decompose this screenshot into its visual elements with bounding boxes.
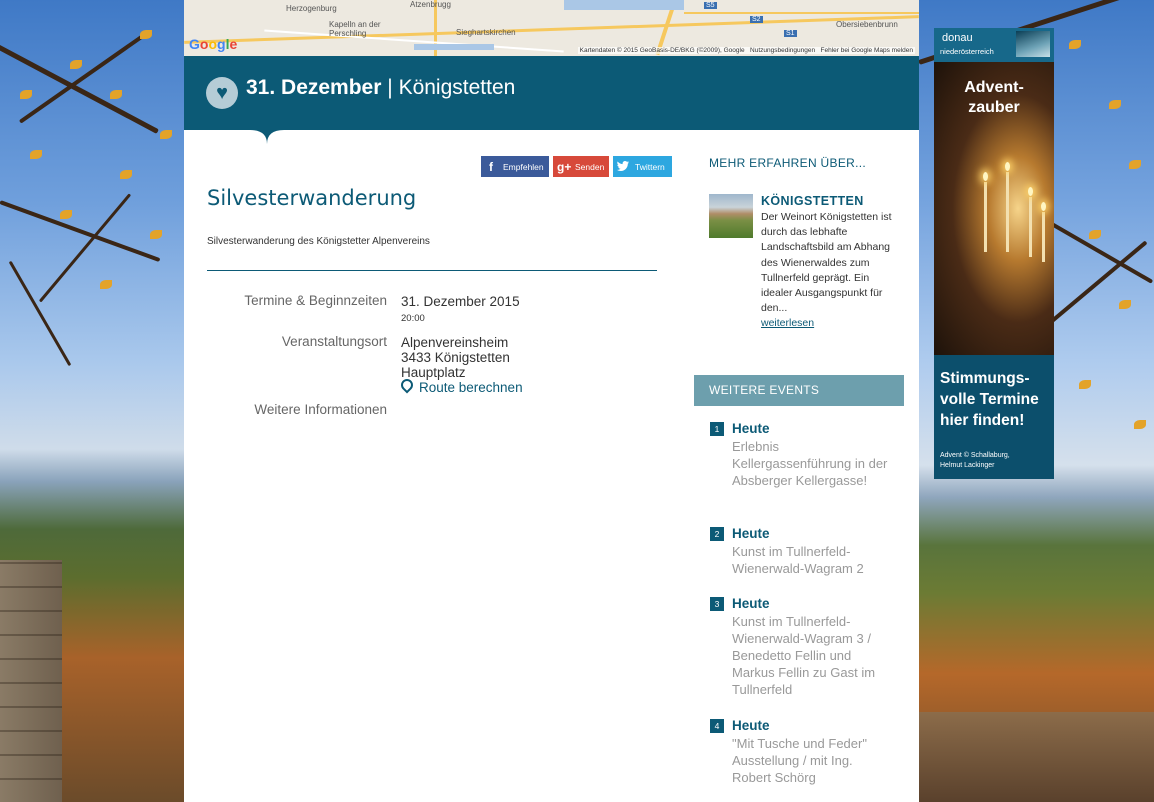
- google-plus-share-button[interactable]: g+ Senden: [553, 156, 609, 177]
- event-dates: 31. Dezember 2015 20:00: [401, 294, 520, 326]
- ad-credit: Advent © Schallaburg, Helmut Lackinger: [940, 452, 1010, 469]
- background-left: [0, 0, 184, 802]
- facebook-share-button[interactable]: f Empfehlen: [481, 156, 549, 177]
- header-separator: |: [387, 76, 393, 99]
- read-more-link[interactable]: weiterlesen: [761, 316, 896, 331]
- further-events-heading: WEITERE EVENTS: [694, 375, 904, 406]
- twitter-icon: [617, 160, 629, 174]
- map-terms-link[interactable]: Nutzungsbedingungen: [750, 47, 815, 54]
- road-shield: S5: [704, 2, 717, 9]
- event-day: Heute: [732, 526, 770, 541]
- map-town-label: Atzenbrugg: [410, 0, 451, 9]
- event-header: ♥ 31. Dezember | Königstetten: [184, 56, 919, 130]
- advent-ad-banner[interactable]: donau niederösterreich Advent- zauber St…: [934, 28, 1054, 479]
- event-title: Silvesterwanderung: [207, 186, 417, 210]
- event-name: Erlebnis Kellergassenführung in der Absb…: [732, 439, 888, 488]
- google-logo: Google: [189, 36, 238, 52]
- info-label: Weitere Informationen: [254, 402, 387, 417]
- page-title: 31. Dezember | Königstetten: [246, 76, 515, 100]
- ad-headline-line: Advent-: [964, 79, 1024, 96]
- ad-headline-line: zauber: [968, 99, 1020, 116]
- header-place: Königstetten: [398, 76, 516, 99]
- place-thumbnail[interactable]: [709, 194, 753, 238]
- event-number-badge: 2: [710, 527, 724, 541]
- map-town-label: Sieghartskirchen: [456, 28, 516, 37]
- venue-street: Hauptplatz: [401, 365, 466, 380]
- dates-label: Termine & Beginnzeiten: [244, 293, 387, 308]
- venue-label: Veranstaltungsort: [281, 334, 387, 349]
- place-description: Der Weinort Königstetten ist durch das l…: [761, 210, 896, 332]
- road-shield: S2: [750, 16, 763, 23]
- heart-icon[interactable]: ♥: [206, 77, 238, 109]
- facebook-icon: f: [489, 159, 493, 174]
- event-venue: Alpenvereinsheim 3433 Königstetten Haupt…: [398, 335, 523, 395]
- event-day: Heute: [732, 718, 770, 733]
- ad-headline: Advent- zauber: [934, 78, 1054, 118]
- wave-icon: [1016, 31, 1050, 57]
- map-town-label: Obersiebenbrunn: [836, 20, 898, 29]
- event-number-badge: 1: [710, 422, 724, 436]
- event-time: 20:00: [401, 313, 425, 324]
- event-number-badge: 3: [710, 597, 724, 611]
- location-map[interactable]: Herzogenburg Atzenbrugg Kapelln an der P…: [184, 0, 919, 56]
- road-shield: S1: [784, 30, 797, 37]
- route-link[interactable]: Route berechnen: [398, 376, 523, 395]
- header-notch: [250, 130, 284, 144]
- ad-cta[interactable]: Stimmungs- volle Termine hier finden!: [940, 368, 1052, 431]
- event-name: "Mit Tusche und Feder" Ausstellung / mit…: [732, 736, 867, 785]
- map-report-link[interactable]: Fehler bei Google Maps melden: [821, 47, 914, 54]
- google-plus-icon: g+: [557, 159, 572, 174]
- event-name: Kunst im Tullnerfeld-Wienerwald-Wagram 3…: [732, 614, 876, 697]
- map-town-label: Herzogenburg: [286, 4, 337, 13]
- venue-zip-city: 3433 Königstetten: [401, 350, 510, 365]
- donau-logo: donau niederösterreich: [934, 28, 1054, 62]
- twitter-share-button[interactable]: Twittern: [613, 156, 672, 177]
- event-subtitle: Silvesterwanderung des Königstetter Alpe…: [207, 236, 430, 247]
- place-title-link[interactable]: KÖNIGSTETTEN: [761, 194, 864, 208]
- event-day: Heute: [732, 421, 770, 436]
- page-content: Herzogenburg Atzenbrugg Kapelln an der P…: [184, 0, 919, 802]
- event-name: Kunst im Tullnerfeld-Wienerwald-Wagram 2: [732, 544, 864, 576]
- event-day: Heute: [732, 596, 770, 611]
- event-number-badge: 4: [710, 719, 724, 733]
- map-pin-icon: [398, 376, 416, 394]
- map-attribution[interactable]: Kartendaten © 2015 GeoBasis-DE/BKG (©200…: [577, 47, 915, 54]
- divider: [207, 270, 657, 271]
- map-town-label: Kapelln an der Perschling: [329, 20, 381, 38]
- header-date: 31. Dezember: [246, 76, 382, 99]
- event-date: 31. Dezember 2015: [401, 294, 520, 309]
- more-info-heading: MEHR ERFAHREN ÜBER...: [709, 156, 866, 170]
- venue-name: Alpenvereinsheim: [401, 335, 509, 350]
